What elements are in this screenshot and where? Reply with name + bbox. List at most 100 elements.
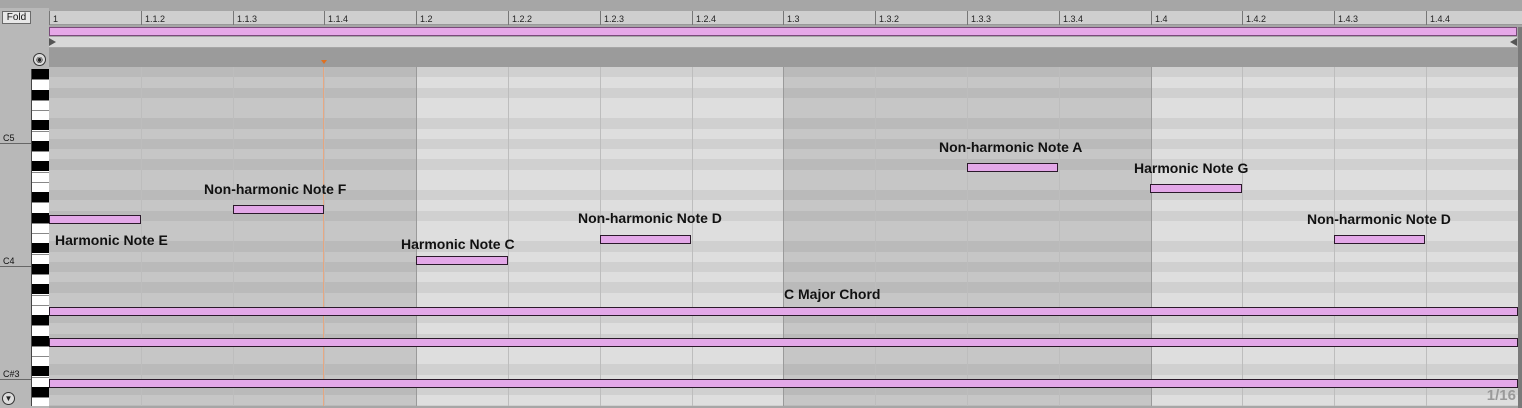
key-separator [32,182,50,183]
black-key[interactable] [32,366,50,376]
ruler-tick [1242,11,1243,25]
midi-clip-editor: Fold ◉ ▼ C5 C4 C#3 1 1.1.2 1.1.3 1.1.4 1.2 1.… [0,0,1522,408]
key-separator [32,305,50,306]
key-separator [32,377,50,378]
black-key[interactable] [32,69,50,79]
grid-line [783,67,784,406]
ruler-tick [49,11,50,25]
grid-line [324,67,325,406]
ruler-tick [324,11,325,25]
ruler-label: 1 [53,14,59,24]
black-key[interactable] [32,315,50,325]
ruler-label: 1.3.2 [879,14,900,24]
key-separator [32,131,50,132]
key-separator [32,254,50,255]
playhead-marker-icon [321,60,327,64]
fold-button[interactable]: Fold [2,11,31,24]
ruler-tick [1151,11,1152,25]
ruler-label: 1.4.2 [1246,14,1267,24]
grid-line [875,67,876,406]
ruler-tick [141,11,142,25]
key-separator [32,202,50,203]
grid-line [967,67,968,406]
note-nonharmonic-d2[interactable] [1334,235,1425,244]
start-marker-icon[interactable] [49,38,56,46]
grid-line [1059,67,1060,406]
ruler-label: 1.2.2 [512,14,533,24]
grid-quantize-label: 1/16 [1486,387,1516,404]
piano-label-c-sharp-3: C#3 [3,369,20,379]
piano-label-c4: C4 [3,256,15,266]
chord-note-g2[interactable] [49,379,1518,388]
ruler-label: 1.3.4 [1063,14,1084,24]
ruler-tick [508,11,509,25]
key-separator [32,397,50,398]
scroll-down-icon[interactable]: ▼ [2,392,15,405]
black-key[interactable] [32,161,50,171]
beat-ruler[interactable]: 1 1.1.2 1.1.3 1.1.4 1.2 1.2.2 1.2.3 1.2.4 1.3 1.3… [49,11,1522,25]
note-harmonic-e[interactable] [49,215,141,224]
right-edge-scroll[interactable] [1518,27,1522,408]
ruler-label: 1.1.2 [145,14,166,24]
grid-line [692,67,693,406]
ruler-tick [1059,11,1060,25]
ruler-label: 1.2.3 [604,14,625,24]
c4-tick [0,266,31,267]
black-key[interactable] [32,387,50,397]
ruler-tick [783,11,784,25]
black-key[interactable] [32,213,50,223]
chord-note-e3[interactable] [49,307,1518,316]
black-key[interactable] [32,192,50,202]
black-key[interactable] [32,141,50,151]
piano-keys[interactable] [31,69,50,406]
loop-brace[interactable] [49,27,1517,36]
marker-lane[interactable] [49,48,1522,67]
ruler-label: 1.4 [1155,14,1168,24]
ruler-label: 1.3.3 [971,14,992,24]
annotation-nonharmonic-f: Non-harmonic Note F [204,181,347,197]
ruler-tick [416,11,417,25]
ruler-label: 1.2.4 [696,14,717,24]
ruler-label: 1.4.4 [1430,14,1451,24]
key-separator [32,172,50,173]
annotation-harmonic-e: Harmonic Note E [55,232,168,248]
black-key[interactable] [32,336,50,346]
ruler-tick [967,11,968,25]
key-separator [32,79,50,80]
start-end-markers-lane[interactable] [49,37,1517,47]
end-marker-icon[interactable] [1510,38,1517,46]
preview-headphones-icon[interactable]: ◉ [33,53,46,66]
ruler-tick [875,11,876,25]
note-harmonic-c[interactable] [416,256,508,265]
black-key[interactable] [32,120,50,130]
note-grid[interactable]: Harmonic Note E Non-harmonic Note F Harm… [49,67,1518,406]
note-nonharmonic-f[interactable] [233,205,324,214]
black-key[interactable] [32,264,50,274]
c5-tick [0,143,31,144]
grid-line [1242,67,1243,406]
piano-label-c5: C5 [3,133,15,143]
annotation-harmonic-g: Harmonic Note G [1134,160,1249,176]
ruler-tick [600,11,601,25]
key-separator [32,223,50,224]
annotation-nonharmonic-d2: Non-harmonic Note D [1307,211,1451,227]
annotation-nonharmonic-d1: Non-harmonic Note D [578,210,722,226]
ruler-tick [692,11,693,25]
ruler-tick [1426,11,1427,25]
key-separator [32,151,50,152]
black-key[interactable] [32,284,50,294]
chord-note-c3[interactable] [49,338,1518,347]
key-separator [32,233,50,234]
black-key[interactable] [32,243,50,253]
key-separator [32,356,50,357]
key-separator [32,100,50,101]
black-key[interactable] [32,90,50,100]
grid-line [1151,67,1152,406]
playhead-line [323,67,324,406]
note-nonharmonic-d1[interactable] [600,235,691,244]
key-separator [32,110,50,111]
c3-tick [0,379,31,380]
note-harmonic-g[interactable] [1150,184,1242,193]
ruler-label: 1.4.3 [1338,14,1359,24]
note-nonharmonic-a[interactable] [967,163,1058,172]
